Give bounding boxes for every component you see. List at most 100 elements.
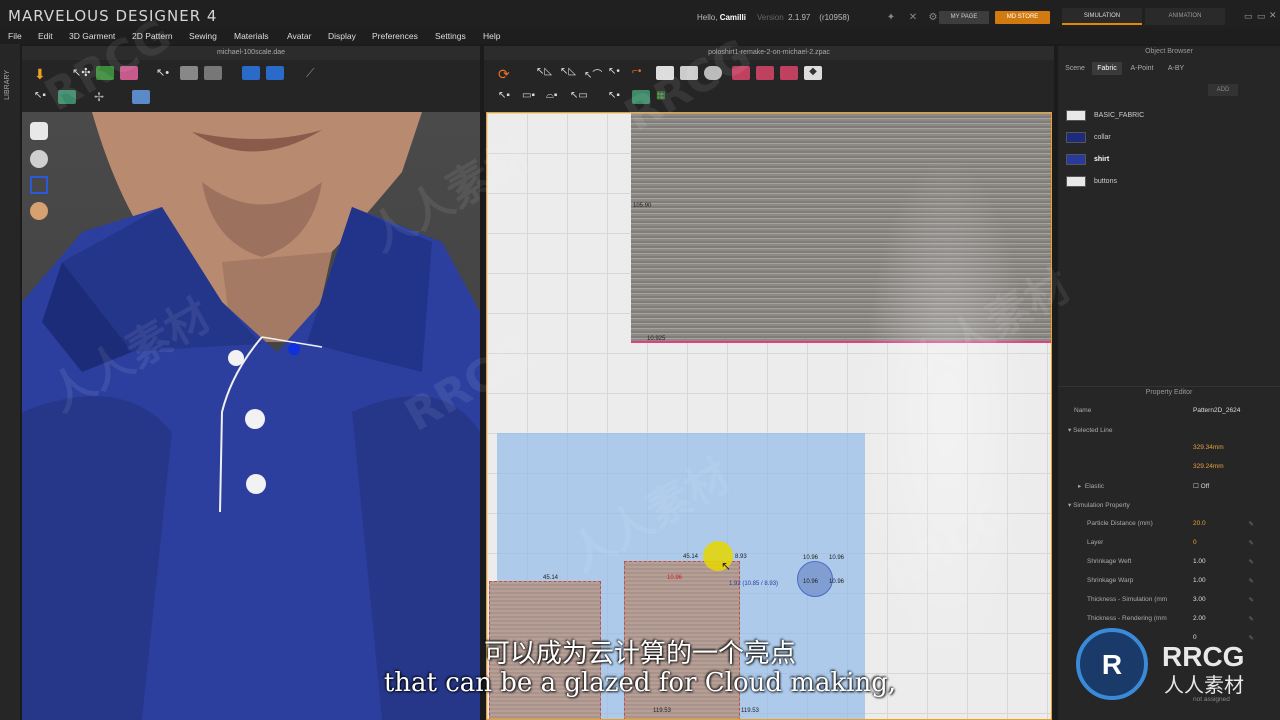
garment-pink-icon[interactable] [120, 66, 138, 80]
skeleton-icon[interactable]: ✢ [94, 90, 112, 104]
3d-view[interactable]: michael-100scale.dae ⬇ ↖✣ ↖• ⟋ ↖▪ ✢ [22, 46, 480, 720]
property-value[interactable]: 1.00 [1193, 577, 1206, 584]
rectangle-icon[interactable] [680, 66, 698, 80]
texture-grid-icon[interactable] [632, 90, 650, 104]
sim-property-row[interactable]: ▾ Simulation Property [1058, 496, 1280, 515]
add-point-icon[interactable]: ↖• [608, 66, 626, 80]
elastic-value[interactable]: ☐ Off [1193, 482, 1209, 490]
fabric-item[interactable]: collar [1066, 132, 1246, 146]
my-page-button[interactable]: MY PAGE [939, 11, 989, 24]
menu-file[interactable]: File [8, 31, 22, 41]
menu-3d-garment[interactable]: 3D Garment [69, 31, 115, 41]
add-fabric-button[interactable]: ADD [1208, 84, 1238, 96]
edit-pencil-icon[interactable]: ✎ [1249, 520, 1254, 528]
edit-pencil-icon[interactable]: ✎ [1249, 558, 1254, 566]
measure-icon[interactable]: ⟋ [306, 66, 324, 80]
user-name[interactable]: Camilli [720, 13, 746, 22]
property-value[interactable]: 3.00 [1193, 596, 1206, 603]
fabric-item[interactable]: buttons [1066, 176, 1246, 190]
garment-green-icon[interactable] [96, 66, 114, 80]
measure-red: 10.96 [667, 575, 683, 581]
tools-icon[interactable]: ✕ [906, 12, 920, 24]
3d-viewport[interactable] [22, 112, 480, 720]
edit-pencil-icon[interactable]: ✎ [1249, 539, 1254, 547]
edit-pattern-icon[interactable]: ↖◺ [560, 66, 578, 80]
grid-mesh-icon[interactable] [58, 90, 76, 104]
menu-2d-pattern[interactable]: 2D Pattern [132, 31, 173, 41]
minimize-icon[interactable]: ▭ [1244, 11, 1253, 22]
edit-curve-icon[interactable]: ↖⌒ [584, 66, 602, 81]
settings-icon[interactable]: ⚙ [926, 12, 940, 24]
avatar-wireframe-icon[interactable] [30, 176, 48, 194]
refresh-icon[interactable]: ⟳ [498, 66, 516, 82]
prop-name-value[interactable]: Pattern2D_2624 [1193, 407, 1240, 414]
dart-icon[interactable]: ◆ [804, 66, 822, 80]
fold-tool-icon[interactable] [180, 66, 198, 80]
fabric-name: collar [1094, 134, 1111, 141]
arrange-points-icon[interactable] [266, 66, 284, 80]
avatar-render [22, 112, 480, 720]
tack-tool-icon[interactable] [204, 66, 222, 80]
close-icon[interactable]: ✕ [1269, 10, 1277, 21]
edit-pencil-icon[interactable]: ✎ [1249, 577, 1254, 585]
transform-pattern-icon[interactable]: ↖◺ [536, 66, 554, 80]
internal-polygon-icon[interactable] [732, 66, 750, 80]
property-value[interactable]: 1.00 [1193, 558, 1206, 565]
baseline-icon[interactable]: ↖▭ [570, 90, 588, 104]
menu-avatar[interactable]: Avatar [287, 31, 311, 41]
line-length-2[interactable]: 329.24mm [1193, 463, 1224, 470]
segment-sewing-icon[interactable]: ↖▪ [498, 90, 516, 104]
property-value[interactable]: 2.00 [1193, 615, 1206, 622]
tab-a-by[interactable]: A-BY [1162, 62, 1190, 75]
version-label: Version [757, 13, 784, 22]
property-value[interactable]: 0 [1193, 539, 1197, 546]
measure-r1: 10.96 [803, 555, 819, 561]
animation-mode-tab[interactable]: ANIMATION [1145, 8, 1225, 25]
avatar-shirt-icon[interactable] [30, 122, 48, 140]
avatar-arrow-icon[interactable]: ⬇ [34, 66, 52, 82]
pin-tool-icon[interactable]: ↖• [156, 66, 174, 80]
polygon-icon[interactable] [656, 66, 674, 80]
texture-icon[interactable] [132, 90, 150, 104]
edit-pencil-icon[interactable]: ✎ [1249, 615, 1254, 623]
line-length-1[interactable]: 329.34mm [1193, 444, 1224, 451]
uv-icon[interactable]: ▦ [656, 90, 674, 104]
arrange-icon[interactable] [242, 66, 260, 80]
tab-a-point[interactable]: A-Point [1124, 62, 1160, 75]
edit-pencil-icon[interactable]: ✎ [1249, 596, 1254, 604]
pattern-canvas[interactable]: 105.90 10.925 45.14 45.14 8.93 1.92 (10.… [486, 112, 1052, 720]
fx-icon[interactable]: ✦ [884, 12, 898, 24]
property-value[interactable]: 20.0 [1193, 520, 1206, 527]
fabric-swatch [1066, 176, 1086, 187]
menu-preferences[interactable]: Preferences [372, 31, 418, 41]
internal-rect-icon[interactable] [756, 66, 774, 80]
avatar-skin-icon[interactable] [30, 202, 48, 220]
tab-fabric[interactable]: Fabric [1092, 62, 1122, 75]
2d-view-title: poloshirt1-remake-2-on-michael-2.zpac [484, 46, 1054, 60]
2d-pattern-view[interactable]: poloshirt1-remake-2-on-michael-2.zpac ⟳ … [484, 46, 1054, 720]
free-sewing-icon[interactable]: ▭▪ [522, 90, 540, 104]
avatar-body-icon[interactable] [30, 150, 48, 168]
tab-scene[interactable]: Scene [1060, 62, 1090, 75]
select-move-icon[interactable]: ↖✣ [72, 66, 90, 80]
fabric-item[interactable]: shirt [1066, 154, 1246, 168]
menu-edit[interactable]: Edit [38, 31, 53, 41]
menu-settings[interactable]: Settings [435, 31, 466, 41]
simulation-mode-tab[interactable]: SIMULATION [1062, 8, 1142, 25]
circle-icon[interactable] [704, 66, 722, 80]
fabric-item[interactable]: BASIC_FABRIC [1066, 110, 1246, 124]
select-texture-icon[interactable]: ↖▪ [608, 90, 626, 104]
selected-line-row[interactable]: ▾ Selected Line [1058, 421, 1280, 440]
restore-icon[interactable]: ▭ [1257, 11, 1266, 22]
menu-display[interactable]: Display [328, 31, 356, 41]
select-mesh-icon[interactable]: ↖▪ [34, 90, 52, 104]
app-brand: MARVELOUS DESIGNER 4 [8, 7, 218, 25]
trace-icon[interactable]: ⌓▪ [546, 90, 564, 104]
md-store-button[interactable]: MD STORE [995, 11, 1050, 24]
menu-sewing[interactable]: Sewing [189, 31, 217, 41]
curve-point-icon[interactable]: ⌐• [632, 66, 650, 80]
internal-circle-icon[interactable] [780, 66, 798, 80]
menu-materials[interactable]: Materials [234, 31, 268, 41]
menu-help[interactable]: Help [483, 31, 500, 41]
library-sidebar[interactable] [0, 44, 20, 720]
